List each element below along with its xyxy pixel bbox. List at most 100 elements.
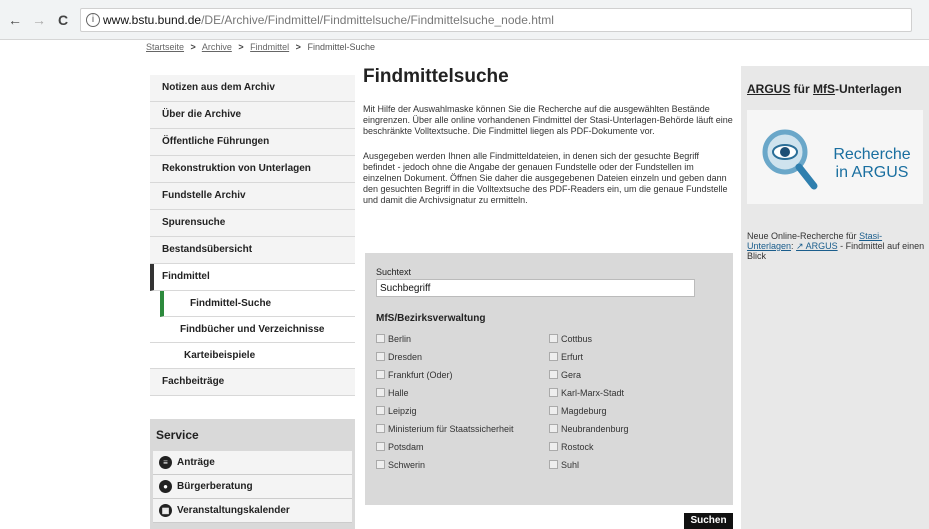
checkbox-icon[interactable] [376, 352, 385, 361]
search-button[interactable]: Suchen [684, 513, 733, 529]
checkbox-label: Potsdam [388, 442, 424, 452]
breadcrumb-current: Findmittel-Suche [307, 42, 375, 52]
checkbox-icon[interactable] [549, 424, 558, 433]
checkbox-icon[interactable] [376, 424, 385, 433]
nav-item-fundstelle[interactable]: Fundstelle Archiv [150, 183, 355, 210]
nav-item-spurensuche[interactable]: Spurensuche [150, 210, 355, 237]
checkbox-icon[interactable] [549, 352, 558, 361]
breadcrumb-separator: > [190, 42, 196, 52]
argus-banner-text: Recherche in ARGUS [833, 146, 911, 181]
checkbox-dresden[interactable]: Dresden [376, 348, 514, 366]
argus-heading: ARGUS für MfS-Unterlagen [747, 82, 902, 96]
magnifier-eye-icon [762, 129, 818, 190]
checkbox-schwerin[interactable]: Schwerin [376, 456, 514, 474]
search-input[interactable] [376, 279, 695, 297]
back-icon[interactable]: ← [8, 12, 22, 28]
checkbox-label: Schwerin [388, 460, 426, 470]
checkbox-icon[interactable] [376, 442, 385, 451]
checkbox-label: Ministerium für Staatssicherheit [388, 424, 514, 434]
checkbox-icon[interactable] [549, 388, 558, 397]
checkbox-icon[interactable] [376, 460, 385, 469]
nav-sub-findbuecher[interactable]: Findbücher und Verzeichnisse [150, 317, 355, 343]
nav-sub-karteibeispiele[interactable]: Karteibeispiele [150, 343, 355, 369]
checkbox-icon[interactable] [376, 388, 385, 397]
nav-sub-findmittel-suche[interactable]: Findmittel-Suche [160, 291, 355, 317]
argus-heading-b: für [790, 82, 814, 96]
checkbox-label: Halle [388, 388, 409, 398]
service-item-buergerberatung[interactable]: ● Bürgerberatung [153, 475, 352, 499]
checkbox-label: Karl-Marx-Stadt [561, 388, 625, 398]
service-item-label: Anträge [177, 457, 215, 468]
argus-link[interactable]: ↗ ARGUS [796, 241, 838, 251]
checkbox-potsdam[interactable]: Potsdam [376, 438, 514, 456]
checkbox-leipzig[interactable]: Leipzig [376, 402, 514, 420]
checkbox-neubrandenburg[interactable]: Neubrandenburg [549, 420, 629, 438]
url-path: /DE/Archive/Findmittel/Findmittelsuche/F… [201, 13, 554, 27]
info-icon[interactable]: i [86, 13, 100, 27]
sidebar-nav: Notizen aus dem Archiv Über die Archive … [150, 75, 355, 396]
reload-icon[interactable]: C [58, 12, 68, 28]
document-icon: ≡ [159, 455, 172, 469]
nav-item-notizen[interactable]: Notizen aus dem Archiv [150, 75, 355, 102]
checkbox-icon[interactable] [549, 460, 558, 469]
checkbox-label: Rostock [561, 442, 594, 452]
breadcrumb-findmittel[interactable]: Findmittel [250, 42, 289, 52]
forward-icon[interactable]: → [32, 12, 46, 28]
mfs-heading: MfS/Bezirksverwaltung [376, 313, 486, 324]
argus-heading-c: MfS [813, 82, 836, 96]
checkbox-label: Berlin [388, 334, 412, 344]
checkbox-icon[interactable] [549, 406, 558, 415]
main-content: Findmittelsuche Mit Hilfe der Auswahlmas… [363, 66, 733, 206]
checkbox-label: Neubrandenburg [561, 424, 629, 434]
argus-description: Neue Online-Recherche für Stasi-Unterlag… [747, 231, 927, 261]
checkbox-frankfurt[interactable]: Frankfurt (Oder) [376, 366, 514, 384]
service-item-antraege[interactable]: ≡ Anträge [153, 451, 352, 475]
argus-banner[interactable]: Recherche in ARGUS [747, 110, 923, 204]
right-sidebar: ARGUS für MfS-Unterlagen Recherche in AR… [741, 66, 929, 529]
checkbox-icon[interactable] [549, 442, 558, 451]
nav-item-ueber-archive[interactable]: Über die Archive [150, 102, 355, 129]
breadcrumb: Startseite > Archive > Findmittel > Find… [146, 42, 375, 52]
checkbox-icon[interactable] [549, 334, 558, 343]
suchtext-label: Suchtext [376, 267, 412, 277]
service-item-label: Bürgerberatung [177, 481, 253, 492]
calendar-icon: ▦ [159, 503, 172, 517]
checkbox-berlin[interactable]: Berlin [376, 330, 514, 348]
argus-heading-a: ARGUS [747, 82, 791, 96]
checkbox-gera[interactable]: Gera [549, 366, 629, 384]
browser-toolbar: ← → C i www.bstu.bund.de/DE/Archive/Find… [0, 0, 929, 40]
checkbox-label: Leipzig [388, 406, 417, 416]
checkbox-icon[interactable] [376, 334, 385, 343]
checkbox-label: Suhl [561, 460, 580, 470]
nav-item-fachbeitraege[interactable]: Fachbeiträge [150, 369, 355, 396]
intro-paragraph: Mit Hilfe der Auswahlmaske können Sie di… [363, 104, 733, 136]
checkbox-ministerium[interactable]: Ministerium für Staatssicherheit [376, 420, 514, 438]
address-bar[interactable]: i www.bstu.bund.de/DE/Archive/Findmittel… [80, 8, 912, 32]
checkbox-column-right: Cottbus Erfurt Gera Karl-Marx-Stadt Magd… [549, 330, 629, 474]
argus-heading-d: -Unterlagen [835, 82, 902, 96]
checkbox-suhl[interactable]: Suhl [549, 456, 629, 474]
service-item-veranstaltungskalender[interactable]: ▦ Veranstaltungskalender [153, 499, 352, 523]
checkbox-halle[interactable]: Halle [376, 384, 514, 402]
checkbox-icon[interactable] [376, 370, 385, 379]
breadcrumb-home[interactable]: Startseite [146, 42, 184, 52]
service-title: Service [156, 428, 199, 442]
checkbox-label: Dresden [388, 352, 423, 362]
search-form: Suchtext MfS/Bezirksverwaltung Berlin Dr… [365, 253, 733, 505]
checkbox-karl-marx-stadt[interactable]: Karl-Marx-Stadt [549, 384, 629, 402]
nav-item-bestandsuebersicht[interactable]: Bestandsübersicht [150, 237, 355, 264]
nav-item-rekonstruktion[interactable]: Rekonstruktion von Unterlagen [150, 156, 355, 183]
instructions-paragraph: Ausgegeben werden Ihnen alle Findmitteld… [363, 151, 728, 205]
nav-item-findmittel[interactable]: Findmittel [150, 264, 355, 291]
checkbox-icon[interactable] [376, 406, 385, 415]
checkbox-magdeburg[interactable]: Magdeburg [549, 402, 629, 420]
checkbox-column-left: Berlin Dresden Frankfurt (Oder) Halle Le… [376, 330, 514, 474]
checkbox-cottbus[interactable]: Cottbus [549, 330, 629, 348]
checkbox-rostock[interactable]: Rostock [549, 438, 629, 456]
checkbox-erfurt[interactable]: Erfurt [549, 348, 629, 366]
checkbox-label: Magdeburg [561, 406, 607, 416]
nav-item-fuehrungen[interactable]: Öffentliche Führungen [150, 129, 355, 156]
breadcrumb-archive[interactable]: Archive [202, 42, 232, 52]
breadcrumb-separator: > [238, 42, 244, 52]
checkbox-icon[interactable] [549, 370, 558, 379]
